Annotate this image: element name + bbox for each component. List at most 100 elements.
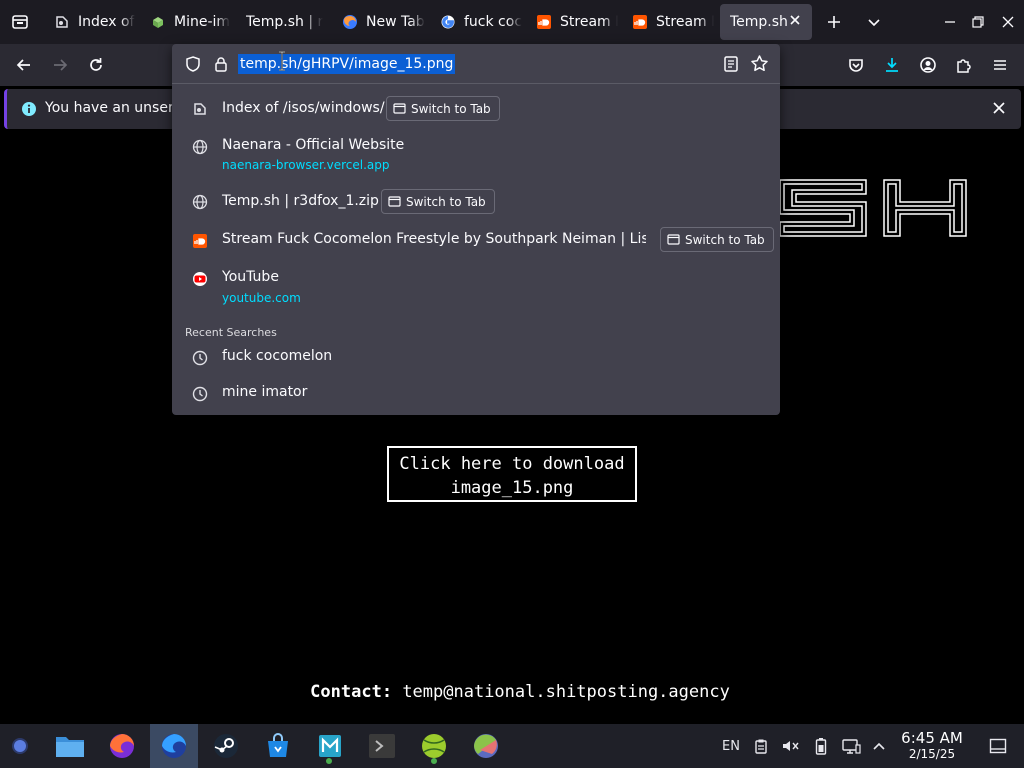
soundcloud-icon bbox=[191, 232, 209, 250]
tab-stream-2[interactable]: Stream F bbox=[622, 4, 714, 40]
url-input[interactable]: temp.sh/gHRPV/image_15.png bbox=[238, 54, 456, 74]
downloads-button[interactable] bbox=[876, 49, 908, 81]
suggestion-youtube[interactable]: YouTube youtube.com bbox=[172, 269, 780, 309]
switch-to-tab-button[interactable]: Switch to Tab bbox=[386, 96, 500, 121]
index-icon bbox=[54, 14, 70, 30]
taskbar-steam[interactable] bbox=[202, 724, 250, 768]
download-filename: image_15.png bbox=[450, 478, 574, 498]
new-tab-button[interactable] bbox=[818, 6, 850, 38]
contact-email-link[interactable]: temp@national.shitposting.agency bbox=[402, 682, 730, 702]
tab-label: fuck coc bbox=[464, 14, 522, 30]
tab-label: Temp.sh bbox=[730, 14, 788, 30]
network-tray-icon[interactable] bbox=[838, 724, 864, 768]
sphere-app-icon bbox=[474, 734, 498, 758]
mine-imator-icon bbox=[150, 14, 166, 30]
index-icon bbox=[191, 100, 209, 118]
taskbar-app-sphere[interactable] bbox=[462, 724, 510, 768]
suggestion-title: Index of /isos/windows/ bbox=[222, 100, 385, 116]
download-link[interactable]: Click here to download image_15.png bbox=[387, 446, 637, 502]
forward-button[interactable] bbox=[44, 49, 76, 81]
suggestion-title: Temp.sh | r3dfox_1.zip bbox=[222, 193, 379, 209]
youtube-icon bbox=[191, 270, 209, 288]
close-icon bbox=[1002, 16, 1014, 28]
tab-label: Stream F bbox=[656, 14, 714, 30]
tennis-ball-app-icon bbox=[422, 734, 446, 758]
show-desktop-button[interactable] bbox=[984, 724, 1012, 768]
tab-new-tab[interactable]: New Tab bbox=[332, 4, 426, 40]
firefox-view-icon bbox=[12, 15, 28, 29]
list-all-tabs-button[interactable] bbox=[858, 6, 890, 38]
back-button[interactable] bbox=[8, 49, 40, 81]
switch-to-tab-button[interactable]: Switch to Tab bbox=[660, 227, 774, 252]
suggestion-url: naenara-browser.vercel.app bbox=[222, 158, 390, 172]
suggestion-naenara[interactable]: Naenara - Official Website naenara-brows… bbox=[172, 136, 780, 176]
close-tab-icon[interactable] bbox=[788, 13, 802, 27]
steam-icon bbox=[214, 734, 238, 758]
start-menu-button[interactable] bbox=[0, 724, 40, 768]
clock-time: 6:45 AM bbox=[901, 729, 963, 747]
suggestion-stream-cocomelon[interactable]: Stream Fuck Cocomelon Freestyle by South… bbox=[172, 227, 780, 257]
puzzle-icon bbox=[957, 59, 971, 73]
soundcloud-icon bbox=[536, 14, 552, 30]
taskbar-file-manager[interactable] bbox=[46, 724, 94, 768]
pocket-button[interactable] bbox=[840, 49, 872, 81]
bookmark-star-icon[interactable] bbox=[750, 54, 769, 73]
suggestion-title: Stream Fuck Cocomelon Freestyle by South… bbox=[222, 231, 646, 247]
switch-to-tab-button[interactable]: Switch to Tab bbox=[381, 189, 495, 214]
tab-temp-sh-r3dfox[interactable]: Temp.sh | r bbox=[236, 4, 328, 40]
lock-icon[interactable] bbox=[212, 55, 230, 73]
close-window-button[interactable] bbox=[992, 6, 1024, 38]
shopping-bag-icon bbox=[268, 733, 288, 757]
notification-close-button[interactable] bbox=[991, 100, 1007, 116]
taskbar-terminal[interactable] bbox=[358, 724, 406, 768]
suggestion-url: youtube.com bbox=[222, 291, 301, 305]
taskbar-mine-imator[interactable] bbox=[306, 724, 354, 768]
clock-icon bbox=[191, 349, 209, 367]
tab-icon bbox=[388, 196, 401, 207]
clipboard-tray-icon[interactable] bbox=[750, 724, 772, 768]
extensions-button[interactable] bbox=[948, 49, 980, 81]
minimize-icon bbox=[945, 21, 955, 23]
taskbar-store[interactable] bbox=[254, 724, 302, 768]
running-indicator bbox=[431, 758, 437, 764]
volume-muted-tray-icon[interactable] bbox=[778, 724, 802, 768]
taskbar-firefox[interactable] bbox=[98, 724, 146, 768]
switch-to-tab-label: Switch to Tab bbox=[685, 232, 765, 247]
restore-button[interactable] bbox=[962, 6, 994, 38]
suggestion-temp-sh-r3dfox[interactable]: Temp.sh | r3dfox_1.zip Switch to Tab bbox=[172, 189, 780, 219]
reader-view-icon[interactable] bbox=[722, 55, 740, 73]
tracking-protection-icon[interactable] bbox=[184, 55, 202, 73]
recent-search-item[interactable]: mine imator bbox=[172, 382, 780, 412]
tab-label: New Tab bbox=[366, 14, 425, 30]
tab-mine-imator[interactable]: Mine-im bbox=[140, 4, 232, 40]
account-button[interactable] bbox=[912, 49, 944, 81]
show-hidden-icons-button[interactable] bbox=[868, 724, 890, 768]
tab-google-search[interactable]: fuck coc bbox=[430, 4, 522, 40]
suggestion-index-of[interactable]: Index of /isos/windows/ Switch to Tab bbox=[172, 96, 780, 126]
url-bar[interactable]: temp.sh/gHRPV/image_15.png bbox=[172, 44, 780, 84]
language-indicator[interactable]: EN bbox=[716, 724, 746, 768]
menu-button[interactable] bbox=[984, 49, 1016, 81]
taskbar-firefox-dev[interactable] bbox=[150, 724, 198, 768]
tab-icon bbox=[667, 234, 680, 245]
switch-to-tab-label: Switch to Tab bbox=[406, 194, 486, 209]
soundcloud-icon bbox=[632, 14, 648, 30]
tab-temp-sh-active[interactable]: Temp.sh bbox=[720, 4, 812, 40]
tab-index-of[interactable]: Index of bbox=[44, 4, 136, 40]
reload-icon bbox=[90, 58, 102, 71]
taskbar-app-green[interactable] bbox=[410, 724, 458, 768]
notification-center-icon bbox=[989, 738, 1007, 754]
clock[interactable]: 6:45 AM 2/15/25 bbox=[892, 729, 972, 762]
contact-label: Contact: bbox=[310, 682, 393, 702]
globe-icon bbox=[191, 138, 209, 156]
pocket-icon bbox=[849, 59, 863, 72]
tab-label: Stream F bbox=[560, 14, 618, 30]
reload-button[interactable] bbox=[80, 49, 112, 81]
recent-search-item[interactable]: fuck cocomelon bbox=[172, 346, 780, 376]
firefox-view-button[interactable] bbox=[4, 6, 36, 38]
tab-stream-1[interactable]: Stream F bbox=[526, 4, 618, 40]
tab-label: Mine-im bbox=[174, 14, 231, 30]
download-icon bbox=[886, 58, 898, 72]
arrow-left-icon bbox=[16, 59, 30, 71]
battery-tray-icon[interactable] bbox=[810, 724, 832, 768]
